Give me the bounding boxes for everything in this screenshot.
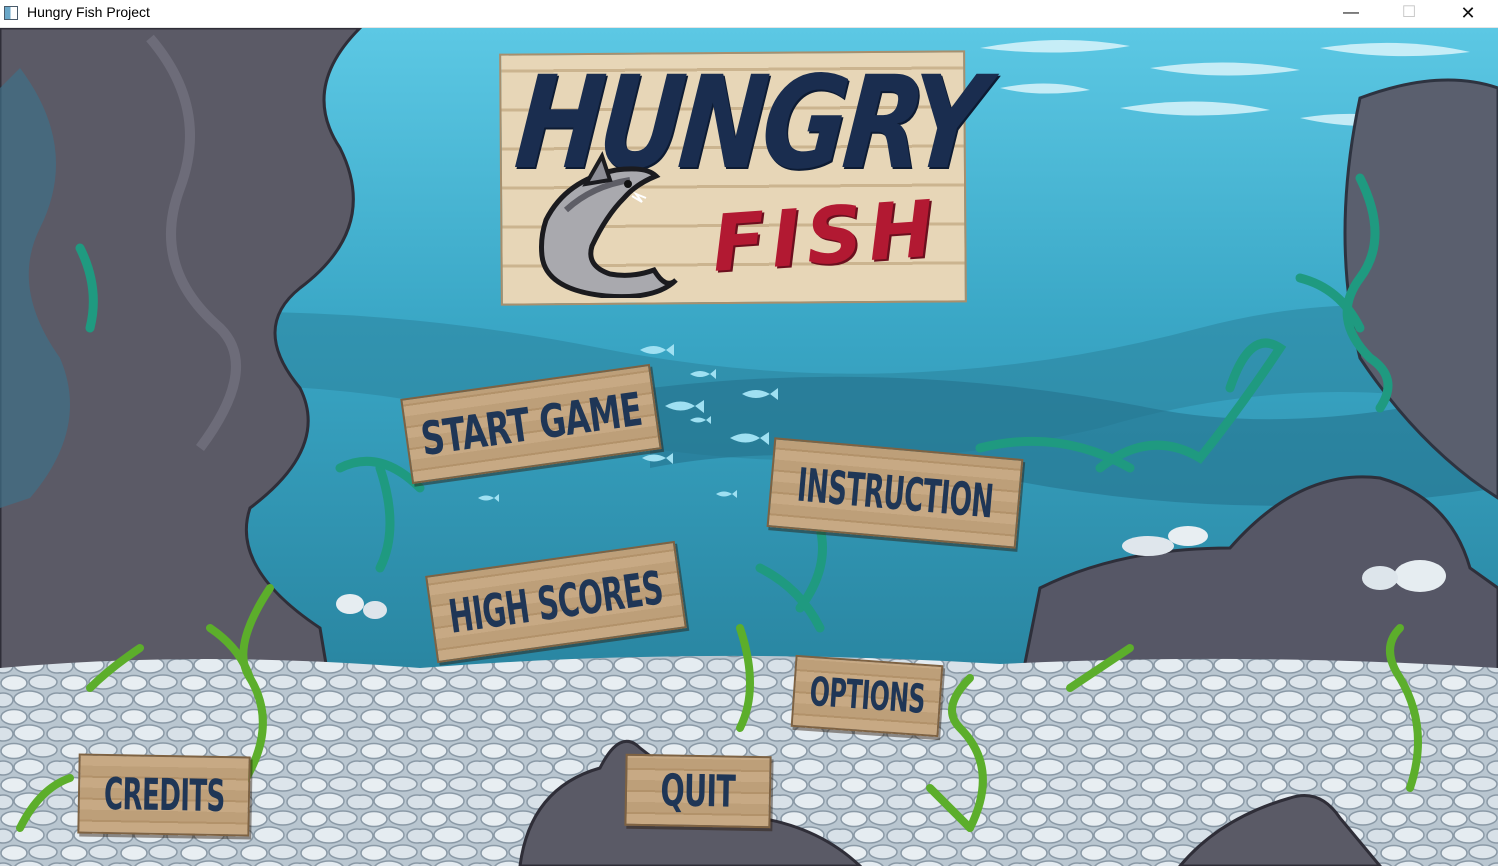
shark-icon (539, 151, 678, 298)
quit-label: QUIT (660, 764, 736, 818)
window-title: Hungry Fish Project (27, 4, 150, 20)
high-scores-label: HIGH SCORES (445, 560, 667, 644)
pebble-rock (363, 601, 387, 619)
pebble-rock (1394, 560, 1446, 592)
instruction-label: INSTRUCTION (795, 457, 996, 529)
credits-label: CREDITS (103, 768, 225, 822)
pebble-rock (336, 594, 364, 614)
options-button[interactable]: OPTIONS (790, 654, 944, 738)
window-titlebar: Hungry Fish Project — ☐ ✕ (0, 0, 1498, 28)
minimize-button[interactable]: — (1322, 0, 1380, 28)
maximize-button[interactable]: ☐ (1380, 0, 1438, 28)
pebble-rock (1362, 566, 1398, 590)
app-window-icon (4, 6, 18, 20)
game-logo: HUNGRY FISH (499, 49, 988, 306)
quit-button[interactable]: QUIT (624, 753, 772, 829)
options-label: OPTIONS (807, 669, 927, 723)
close-button[interactable]: ✕ (1439, 0, 1497, 28)
logo-subtitle: FISH (709, 184, 943, 290)
pebble-rock (1168, 526, 1208, 546)
pebble-rock (1122, 536, 1174, 556)
game-scene: HUNGRY FISH START GAME INSTRUCTION HIGH … (0, 28, 1498, 866)
start-game-label: START GAME (417, 381, 645, 467)
credits-button[interactable]: CREDITS (77, 753, 251, 837)
